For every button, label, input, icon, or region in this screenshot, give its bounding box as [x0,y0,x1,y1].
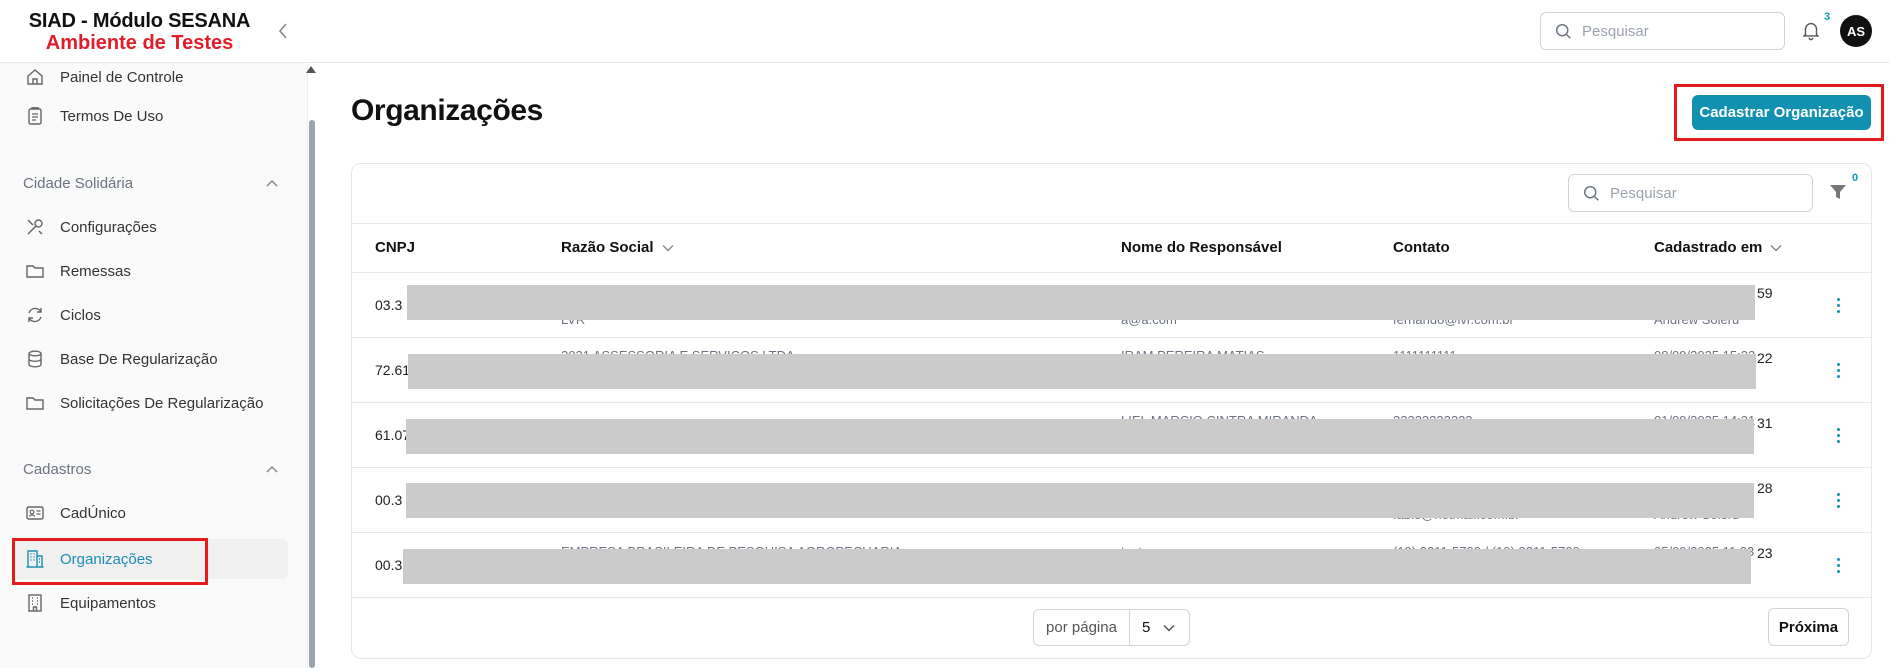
bell-icon [1802,22,1820,41]
filter-button[interactable] [1828,182,1850,204]
sidebar-item-label: Painel de Controle [60,68,184,86]
app-title: SIAD - Módulo SESANA [28,10,251,32]
sidebar-item-equipamentos[interactable]: Equipamentos [12,583,288,623]
row-actions-button[interactable] [1830,489,1846,511]
column-header-razao-social[interactable]: Razão Social [561,239,674,256]
database-icon [24,348,46,370]
cell-time-tail: 23 [1757,545,1773,561]
redaction-bar [407,285,1755,320]
home-icon [24,66,46,88]
chevron-down-icon [1163,624,1175,632]
notifications-badge: 3 [1824,11,1831,23]
cell-cnpj: 72.61 [375,362,411,378]
table-search[interactable] [1568,174,1813,212]
environment-label: Ambiente de Testes [45,32,234,54]
scroll-up-arrow-icon[interactable] [306,66,316,73]
clipboard-icon [24,105,46,127]
sidebar-item-solicitacoes[interactable]: Solicitações De Regularização [12,383,288,423]
cell-time-tail: 22 [1757,350,1773,366]
search-icon [1555,23,1571,39]
sidebar-item-label: Remessas [60,262,131,280]
sidebar-item-configuracoes[interactable]: Configurações [12,207,288,247]
sidebar-item-label: Equipamentos [60,594,156,612]
sidebar-item-remessas[interactable]: Remessas [12,251,288,291]
per-page-selector[interactable]: por página 5 [1033,609,1190,646]
column-header-contato: Contato [1393,239,1450,256]
cell-cnpj: 03.3 [375,297,403,313]
cell-time-tail: 31 [1757,415,1773,431]
global-search[interactable] [1540,12,1785,50]
section-title: Cidade Solidária [23,174,134,192]
redaction-bar [406,419,1754,454]
highlight-box [1674,84,1884,141]
chevron-up-icon [266,465,278,473]
notifications-button[interactable] [1800,19,1824,43]
table-search-input[interactable] [1610,184,1790,202]
sidebar-item-label: Solicitações De Regularização [60,394,264,412]
column-header-cnpj: CNPJ [375,239,416,256]
global-search-input[interactable] [1582,22,1762,40]
per-page-dropdown[interactable]: 5 [1130,619,1189,636]
cell-time-tail: 59 [1757,285,1773,301]
page-title: Organizações [351,94,543,127]
cell-cnpj: 00.3 [375,492,403,508]
section-cadastros[interactable]: Cadastros [23,455,278,483]
chevron-left-icon [278,23,287,39]
top-header: SIAD - Módulo SESANA Ambiente de Testes … [0,0,1889,63]
sidebar-item-painel[interactable]: Painel de Controle [12,63,288,97]
sidebar-item-label: Configurações [60,218,157,236]
section-cidade-solidaria[interactable]: Cidade Solidária [23,169,278,197]
sidebar-item-label: Termos De Uso [60,107,164,125]
highlight-box [12,538,208,585]
row-actions-button[interactable] [1830,554,1846,576]
sidebar-item-label: Base De Regularização [60,350,218,368]
next-page-button[interactable]: Próxima [1768,608,1849,646]
row-actions-button[interactable] [1830,424,1846,446]
sidebar-item-label: Ciclos [60,306,101,324]
filter-icon [1830,185,1846,199]
refresh-icon [24,304,46,326]
sidebar-item-base-regularizacao[interactable]: Base De Regularização [12,339,288,379]
tools-icon [24,216,46,238]
sidebar-item-label: CadÚnico [60,504,126,522]
row-actions-button[interactable] [1830,294,1846,316]
sidebar-item-termos[interactable]: Termos De Uso [12,96,288,136]
building-outline-icon [24,592,46,614]
sidebar-item-ciclos[interactable]: Ciclos [12,295,288,335]
chevron-down-icon [1770,244,1782,251]
cell-cnpj: 00.3 [375,557,403,573]
per-page-label: por página [1034,610,1130,645]
redaction-bar [403,549,1751,584]
collapse-sidebar-button[interactable] [270,16,296,46]
cell-cnpj: 61.07 [375,427,411,443]
column-header-responsavel: Nome do Responsável [1121,239,1282,256]
row-actions-button[interactable] [1830,359,1846,381]
chevron-up-icon [266,179,278,187]
filter-count-badge: 0 [1852,172,1859,184]
id-card-icon [24,502,46,524]
section-title: Cadastros [23,460,92,478]
avatar[interactable]: AS [1840,15,1872,47]
sidebar-item-cadunico[interactable]: CadÚnico [12,493,288,533]
search-icon [1583,185,1599,201]
folder-icon [24,260,46,282]
folder-icon [24,392,46,414]
redaction-bar [406,483,1754,518]
column-header-cadastrado-em[interactable]: Cadastrado em [1654,239,1782,256]
cell-time-tail: 28 [1757,480,1773,496]
per-page-value: 5 [1142,619,1151,636]
chevron-down-icon [662,244,674,251]
redaction-bar [408,354,1756,389]
brand: SIAD - Módulo SESANA Ambiente de Testes [22,10,257,54]
sidebar-scroll-thumb[interactable] [309,120,315,668]
